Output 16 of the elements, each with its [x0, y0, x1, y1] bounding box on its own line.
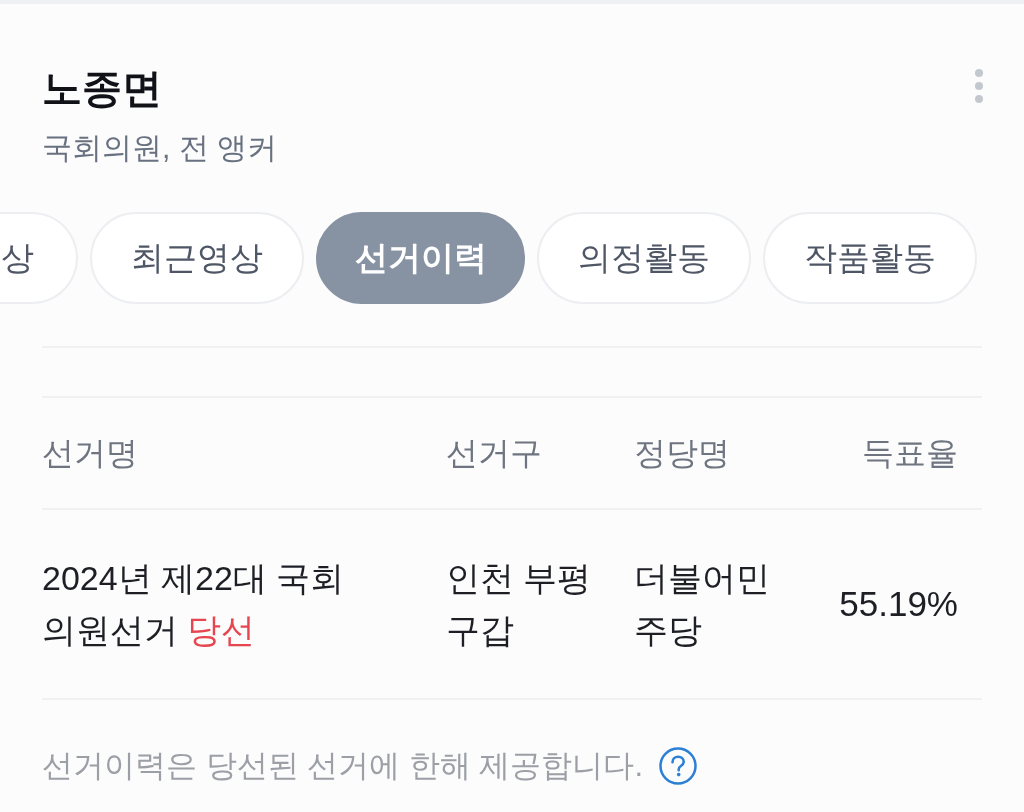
column-header: 득표율	[862, 434, 958, 473]
person-name: 노종면	[42, 65, 163, 112]
column-header: 선거명	[42, 434, 138, 473]
tab[interactable]: 의정활동	[537, 212, 751, 304]
column-header: 선거구	[446, 434, 542, 473]
help-icon[interactable]	[659, 747, 698, 785]
party-cell-text: 더불어민주당	[634, 558, 771, 651]
footnote-text: 선거이력은 당선된 선거에 한해 제공합니다.	[42, 747, 644, 785]
tab[interactable]: 작품활동	[763, 212, 977, 304]
election-cell-text: 2024년 제22대 국회 의원선거 당선	[42, 558, 346, 651]
tab[interactable]: 최근영상	[90, 212, 304, 304]
person-subtitle: 국회의원, 전 앵커	[42, 130, 277, 166]
tab[interactable]: 상	[0, 212, 78, 304]
column-header: 정당명	[634, 434, 730, 473]
district-cell-text: 인천 부평구갑	[446, 558, 593, 651]
vote-share-cell-text: 55.19%	[839, 583, 958, 625]
